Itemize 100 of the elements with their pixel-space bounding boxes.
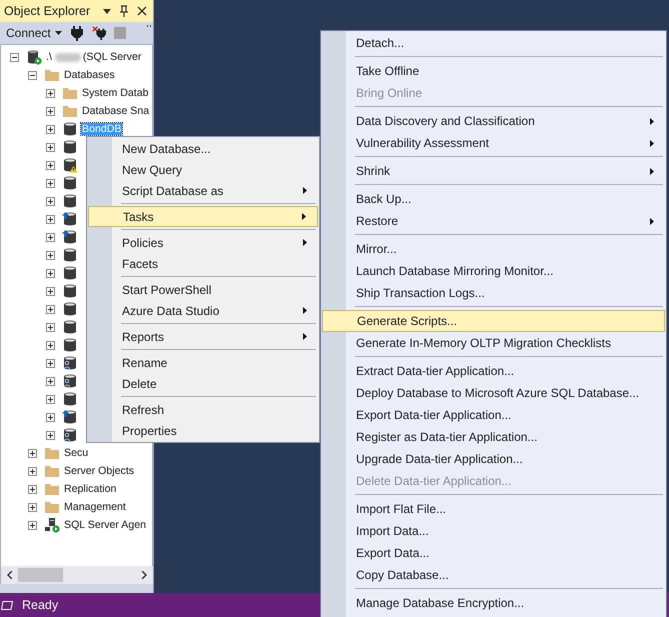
menu-item[interactable]: New Query — [87, 159, 319, 180]
scroll-right-icon[interactable] — [142, 571, 147, 579]
tree-node[interactable]: SQL Server Agen — [63, 519, 148, 531]
menu-item[interactable]: Copy Database... — [321, 564, 666, 586]
database-user-icon — [62, 355, 78, 371]
menu-item[interactable]: Export Data... — [321, 542, 666, 564]
plug-icon[interactable] — [70, 25, 84, 41]
database-icon — [62, 247, 78, 263]
expand-icon[interactable] — [28, 448, 37, 458]
server-type-label: (SQL Server — [82, 51, 142, 63]
plug-disconnect-icon[interactable] — [92, 25, 106, 41]
menu-item[interactable]: Detach... — [321, 32, 666, 54]
menu-item[interactable]: New Database... — [87, 138, 319, 159]
menu-item[interactable]: Take Offline — [321, 60, 666, 82]
expand-icon[interactable] — [46, 178, 55, 188]
menu-item[interactable]: Start PowerShell — [87, 279, 319, 300]
menu-item[interactable]: Tasks — [88, 206, 318, 227]
tree-node[interactable]: Management — [63, 501, 127, 513]
tree-node[interactable]: System Datab — [81, 87, 150, 99]
menu-item[interactable]: Generate Scripts... — [322, 310, 665, 332]
menu-item[interactable]: Export Data-tier Application... — [321, 404, 666, 426]
horizontal-scrollbar[interactable] — [0, 566, 153, 584]
expand-icon[interactable] — [46, 376, 55, 386]
dropdown-icon[interactable] — [103, 8, 111, 14]
database-icon — [62, 283, 78, 299]
scroll-left-icon[interactable] — [7, 571, 12, 579]
menu-item[interactable]: Shrink — [321, 160, 666, 182]
menu-item[interactable]: Delete — [87, 373, 319, 394]
menu-item[interactable]: Properties — [87, 420, 319, 441]
submenu-arrow-icon — [650, 118, 654, 124]
tree-node[interactable]: .\ — [45, 51, 53, 63]
expand-icon[interactable] — [46, 304, 55, 314]
expand-icon[interactable] — [46, 142, 55, 152]
expand-icon[interactable] — [46, 340, 55, 350]
tree-node[interactable]: Database Sna — [81, 105, 150, 117]
menu-item[interactable]: Generate In-Memory OLTP Migration Checklists — [321, 332, 666, 354]
expand-icon[interactable] — [46, 430, 55, 440]
scrollbar-thumb[interactable] — [18, 568, 63, 582]
menu-item[interactable]: Ship Transaction Logs... — [321, 282, 666, 304]
collapse-icon[interactable] — [28, 70, 37, 80]
pin-icon[interactable] — [119, 5, 129, 17]
collapse-icon[interactable] — [10, 52, 19, 62]
expand-icon[interactable] — [28, 520, 37, 530]
menu-item[interactable]: Manage Database Encryption... — [321, 592, 666, 614]
menu-item[interactable]: Facets — [87, 253, 319, 274]
expand-icon[interactable] — [46, 268, 55, 278]
menu-item[interactable]: Script Database as — [87, 180, 319, 201]
database-icon — [62, 337, 78, 353]
tree-node[interactable]: Server Objects — [63, 465, 136, 477]
database-icon — [62, 121, 78, 137]
menu-item[interactable]: Upgrade Data-tier Application... — [321, 448, 666, 470]
expand-icon[interactable] — [46, 412, 55, 422]
menu-item[interactable]: Vulnerability Assessment — [321, 132, 666, 154]
menu-item[interactable]: Mirror... — [321, 238, 666, 260]
tree-node[interactable]: Databases — [63, 69, 116, 81]
expand-icon[interactable] — [46, 394, 55, 404]
menu-item[interactable]: Data Discovery and Classification — [321, 110, 666, 132]
submenu-arrow-icon — [650, 218, 654, 224]
database-arrow-icon — [62, 211, 78, 227]
menu-item[interactable]: Rename — [87, 352, 319, 373]
expand-icon[interactable] — [46, 88, 55, 98]
menu-item[interactable]: Launch Database Mirroring Monitor... — [321, 260, 666, 282]
submenu-arrow-icon — [303, 187, 307, 194]
expand-icon[interactable] — [46, 286, 55, 296]
connect-button[interactable]: Connect — [6, 26, 62, 40]
folder-icon — [62, 103, 78, 119]
menu-item[interactable]: Import Flat File... — [321, 498, 666, 520]
folder-icon — [44, 445, 60, 461]
menu-item[interactable]: Deploy Database to Microsoft Azure SQL Database... — [321, 382, 666, 404]
database-arrow-icon — [62, 409, 78, 425]
close-icon[interactable] — [137, 6, 147, 16]
menu-item[interactable]: Restore — [321, 210, 666, 232]
menu-item[interactable]: Reports — [87, 326, 319, 347]
tree-node[interactable]: Replication — [63, 483, 118, 495]
expand-icon[interactable] — [28, 484, 37, 494]
menu-item[interactable]: Azure Data Studio — [87, 300, 319, 321]
caret-icon — [54, 31, 62, 35]
menu-item[interactable]: Register as Data-tier Application... — [321, 426, 666, 448]
database-icon — [62, 193, 78, 209]
menu-item[interactable]: Back Up... — [321, 188, 666, 210]
expand-icon[interactable] — [28, 466, 37, 476]
expand-icon[interactable] — [46, 250, 55, 260]
menu-item[interactable]: Extract Data-tier Application... — [321, 360, 666, 382]
menu-item[interactable]: Policies — [87, 232, 319, 253]
panel-title: Object Explorer — [4, 4, 90, 18]
menu-item[interactable]: Refresh — [87, 399, 319, 420]
expand-icon[interactable] — [46, 358, 55, 368]
expand-icon[interactable] — [46, 160, 55, 170]
database-icon — [62, 265, 78, 281]
expand-icon[interactable] — [46, 106, 55, 116]
database-icon — [62, 301, 78, 317]
expand-icon[interactable] — [46, 322, 55, 332]
tree-node[interactable]: Secu — [63, 447, 90, 459]
expand-icon[interactable] — [46, 232, 55, 242]
submenu-arrow-icon — [303, 333, 307, 340]
expand-icon[interactable] — [28, 502, 37, 512]
expand-icon[interactable] — [46, 196, 55, 206]
menu-item[interactable]: Import Data... — [321, 520, 666, 542]
expand-icon[interactable] — [46, 214, 55, 224]
expand-icon[interactable] — [46, 124, 55, 134]
